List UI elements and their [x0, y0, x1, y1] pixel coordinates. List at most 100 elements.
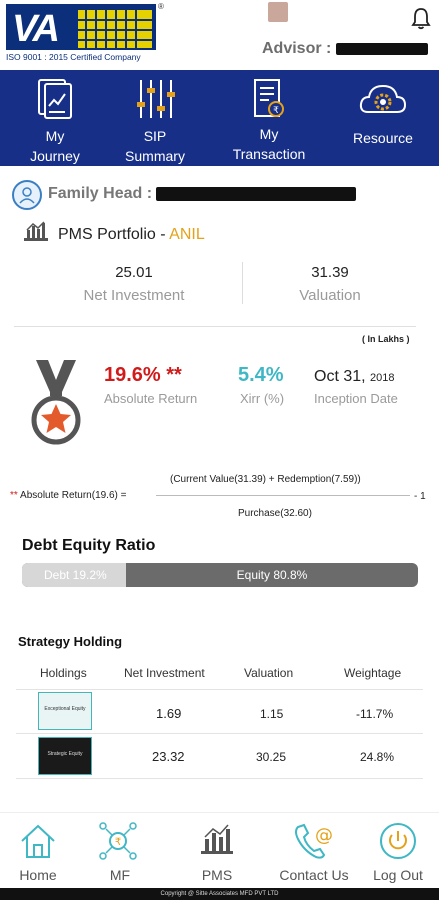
- net-investment-label: Net Investment: [83, 287, 185, 304]
- bottom-nav-logout-label: Log Out: [373, 867, 423, 883]
- nav-my-transaction-label-2: Transaction: [232, 146, 306, 162]
- debt-segment: Debt 19.2%: [22, 563, 126, 587]
- svg-text:₹: ₹: [115, 837, 121, 848]
- pms-portfolio-separator: -: [155, 226, 170, 243]
- iso-certification-text: ISO 9001 : 2015 Certified Company: [6, 52, 141, 62]
- nav-sip-summary[interactable]: SIP Summary: [100, 70, 210, 166]
- inception-date: Oct 31, 2018: [314, 368, 395, 386]
- family-head-line: Family Head :: [48, 185, 357, 203]
- transaction-icon: ₹: [254, 79, 284, 117]
- valuation-stat: 31.39 Valuation: [244, 264, 416, 304]
- main-nav: My Journey SIP Summary ₹ My Transaction: [0, 70, 439, 166]
- formula-numerator: (Current Value(31.39) + Redemption(7.59)…: [170, 474, 361, 485]
- sliders-icon: [137, 80, 175, 118]
- family-head-label: Family Head :: [48, 185, 153, 202]
- row-net-investment: 23.32: [152, 749, 185, 764]
- nav-my-transaction[interactable]: ₹ My Transaction: [214, 70, 324, 166]
- nav-my-transaction-label-1: My: [259, 126, 279, 142]
- cloud-gear-icon: [359, 84, 407, 113]
- formula-left-text: Absolute Return(19.6) =: [17, 490, 127, 501]
- column-net-investment: Net Investment: [124, 666, 205, 680]
- inception-date-year: 2018: [370, 372, 395, 384]
- bottom-nav-home-label: Home: [19, 867, 57, 883]
- nav-resource-label: Resource: [353, 130, 413, 146]
- copyright-footer: Copyright @ Sitte Associates MFD PVT LTD: [0, 888, 439, 900]
- pms-portfolio-label: PMS Portfolio: [58, 226, 156, 243]
- journey-icon: [38, 79, 72, 119]
- valuation-label: Valuation: [299, 287, 361, 304]
- strategy-holding-title: Strategy Holding: [18, 634, 123, 649]
- people-icon: [19, 187, 35, 204]
- holding-thumbnail: Exceptional Equity: [38, 692, 92, 730]
- nav-my-journey-label-2: Journey: [30, 148, 80, 164]
- formula-fraction-line: [156, 495, 410, 496]
- bottom-nav-mf-label: MF: [109, 867, 131, 883]
- equity-segment: Equity 80.8%: [236, 568, 308, 582]
- stats-divider: [242, 262, 243, 304]
- row-net-investment: 1.69: [156, 706, 182, 721]
- inception-date-label: Inception Date: [314, 391, 398, 406]
- svg-text:@: @: [315, 825, 333, 846]
- nav-sip-summary-label-2: Summary: [125, 148, 185, 164]
- home-icon: [21, 824, 55, 858]
- advisor-label: Advisor :: [262, 40, 332, 57]
- holding-thumbnail-text: Exceptional Equity: [44, 706, 86, 712]
- row-weightage: -11.7%: [356, 707, 394, 721]
- unit-note: ( In Lakhs ): [362, 334, 410, 344]
- logo-letters: VA: [12, 8, 60, 50]
- absolute-return-value: 19.6% **: [104, 364, 182, 386]
- column-valuation: Valuation: [244, 666, 294, 680]
- row-valuation: 1.15: [260, 707, 284, 721]
- section-divider: [14, 326, 416, 327]
- registered-mark: ®: [158, 2, 164, 11]
- app-header: VA ® ISO 9001 : 2015 Certified Company A…: [0, 0, 439, 70]
- user-avatar[interactable]: [268, 2, 288, 22]
- formula-stars: **: [10, 490, 18, 501]
- mf-network-icon: ₹: [99, 822, 137, 860]
- net-investment-stat: 25.01 Net Investment: [40, 264, 228, 304]
- logo-grid-graphic: [78, 10, 152, 48]
- family-head-name-redacted: [156, 186, 357, 201]
- column-holdings: Holdings: [40, 666, 87, 680]
- xirr-value: 5.4%: [238, 364, 284, 386]
- debt-equity-bar: Debt 19.2% Equity 80.8%: [22, 563, 418, 587]
- pms-chart-icon: [201, 824, 233, 854]
- holding-thumbnail: Strategic Equity: [38, 737, 92, 775]
- family-head-icon: [12, 180, 42, 210]
- bottom-nav-logout[interactable]: Log Out: [358, 813, 438, 889]
- company-logo: VA ® ISO 9001 : 2015 Certified Company: [6, 2, 164, 64]
- svg-text:₹: ₹: [273, 106, 279, 116]
- pms-portfolio-icon: [24, 221, 48, 241]
- xirr-label: Xirr (%): [240, 391, 285, 406]
- notification-bell-icon[interactable]: [410, 6, 432, 30]
- contact-icon: @: [295, 823, 333, 859]
- table-row-divider: [16, 733, 423, 734]
- valuation-value: 31.39: [311, 264, 349, 281]
- net-investment-value: 25.01: [115, 264, 153, 281]
- bottom-nav-home[interactable]: Home: [0, 813, 80, 889]
- table-header-divider: [16, 689, 423, 690]
- row-weightage: 24.8%: [360, 750, 395, 764]
- bottom-nav-contact-label: Contact Us: [279, 867, 349, 883]
- bottom-nav-contact[interactable]: @ Contact Us: [272, 813, 352, 889]
- advisor-line: Advisor :: [262, 40, 428, 58]
- column-weightage: Weightage: [344, 666, 402, 680]
- nav-my-journey[interactable]: My Journey: [0, 70, 110, 166]
- advisor-name-redacted: [335, 42, 428, 55]
- nav-sip-summary-label-1: SIP: [143, 128, 167, 144]
- medal-icon: [31, 360, 81, 445]
- bottom-nav-mf[interactable]: ₹ MF: [80, 813, 160, 889]
- row-valuation: 30.25: [256, 750, 287, 764]
- nav-resource[interactable]: Resource: [328, 70, 438, 166]
- pms-portfolio-title: PMS Portfolio - ANIL: [58, 226, 205, 244]
- absolute-return-label: Absolute Return: [104, 391, 198, 406]
- bottom-nav: Home ₹ MF PMS @ Contact Us Log Out: [0, 812, 439, 888]
- bottom-nav-pms-label: PMS: [201, 867, 233, 883]
- pms-portfolio-name: ANIL: [169, 226, 205, 243]
- formula-left: ** Absolute Return(19.6) =: [10, 490, 126, 501]
- debt-equity-title: Debt Equity Ratio: [22, 537, 156, 554]
- table-bottom-divider: [16, 778, 423, 779]
- bottom-nav-pms[interactable]: PMS: [177, 813, 257, 889]
- nav-my-journey-label-1: My: [45, 128, 65, 144]
- power-icon: [380, 823, 416, 859]
